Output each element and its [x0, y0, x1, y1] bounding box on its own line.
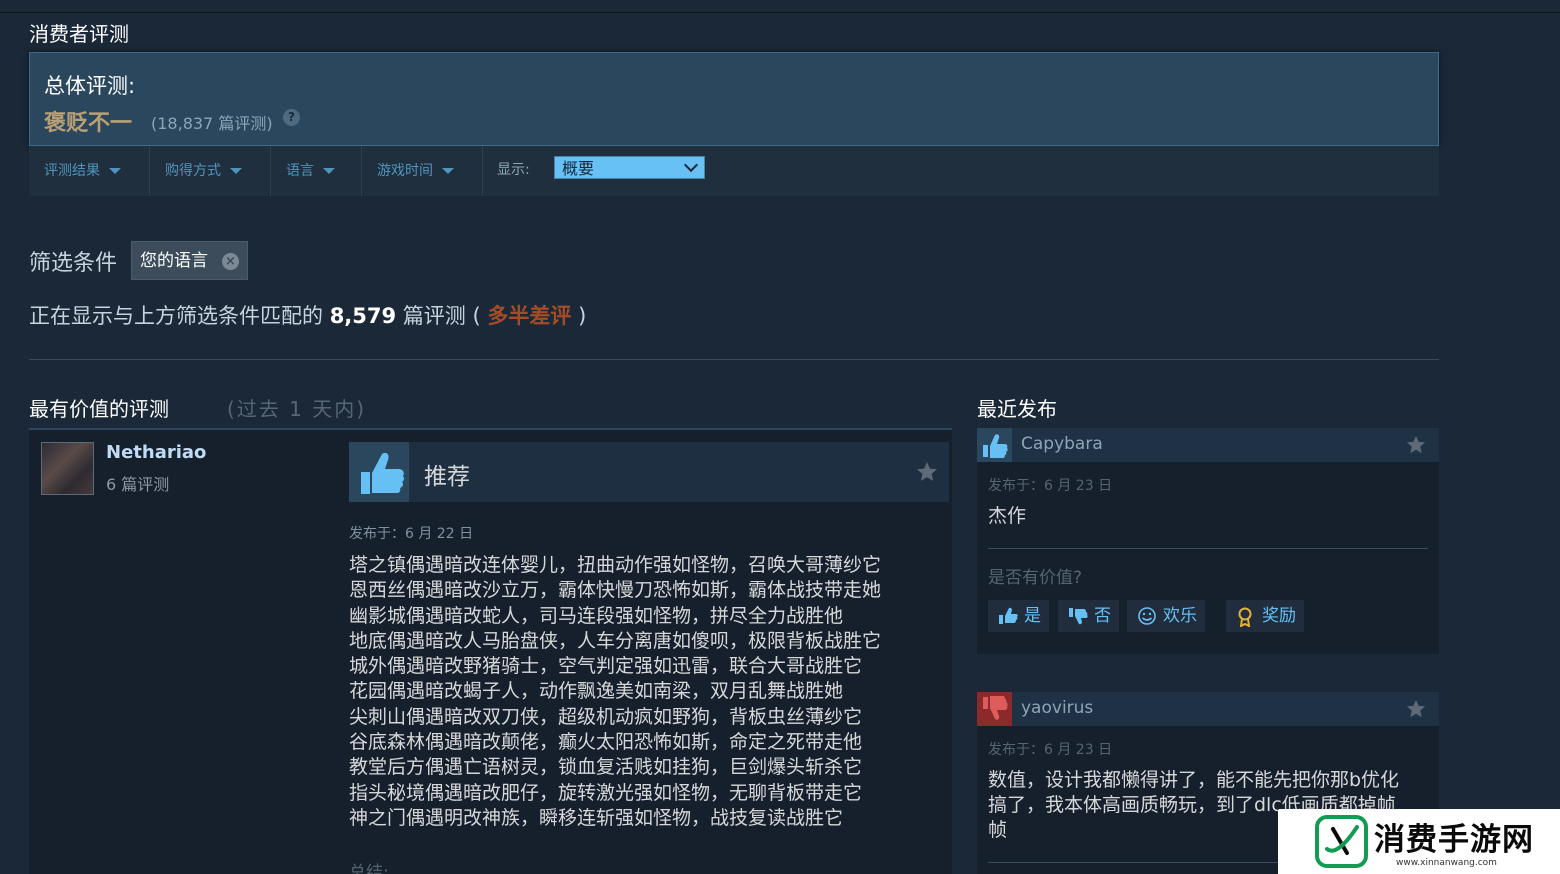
recent-reviewer-name[interactable]: yaovirus: [1021, 698, 1093, 718]
showing-unit: 篇评测 (: [402, 304, 481, 328]
filter-language-label: 语言: [286, 163, 314, 179]
recent-review-header[interactable]: yaovirus: [977, 692, 1439, 726]
chevron-down-icon: [683, 157, 699, 173]
language-filter-chip[interactable]: 您的语言 ×: [131, 241, 248, 280]
showing-summary: 正在显示与上方筛选条件匹配的 8,579 篇评测 ( 多半差评 ): [29, 300, 586, 330]
recent-review-text: 杰作: [988, 505, 1027, 527]
caret-down-icon: [230, 168, 242, 174]
vote-row: 是 否 欢乐 奖励: [988, 600, 1428, 632]
help-icon[interactable]: ?: [283, 109, 300, 126]
vote-funny-label: 欢乐: [1163, 606, 1197, 626]
overall-count: (18,837 篇评测): [151, 114, 273, 133]
recent-review-header[interactable]: Capybara: [977, 428, 1439, 462]
caret-down-icon: [323, 168, 335, 174]
award-star-icon[interactable]: [1405, 434, 1427, 456]
recent-divider: [988, 548, 1428, 549]
filter-review-type[interactable]: 评测结果: [29, 146, 150, 196]
reviewer-name[interactable]: Nethariao: [106, 442, 206, 463]
review-card: Nethariao 6 篇评测 推荐 发布于：6 月 22 日 塔之镇偶遇暗改连…: [29, 428, 952, 874]
vote-no-button[interactable]: 否: [1058, 600, 1119, 632]
recent-reviewer-name[interactable]: Capybara: [1021, 434, 1103, 454]
vote-yes-button[interactable]: 是: [988, 600, 1049, 632]
filter-review-type-label: 评测结果: [44, 163, 100, 179]
showing-filtered-summary: 多半差评: [487, 304, 572, 328]
most-helpful-title: 最有价值的评测: [29, 397, 169, 421]
vote-funny-button[interactable]: 欢乐: [1127, 600, 1205, 632]
award-label: 奖励: [1262, 606, 1296, 626]
vote-no-label: 否: [1094, 606, 1111, 626]
smiley-icon: [1138, 607, 1156, 625]
award-star-icon[interactable]: [915, 460, 939, 484]
filter-purchase-type[interactable]: 购得方式: [150, 146, 271, 196]
review-posted-date: 发布于：6 月 22 日: [349, 526, 474, 542]
award-ribbon-icon: [1238, 607, 1252, 627]
close-icon[interactable]: ×: [222, 253, 239, 270]
showing-prefix: 正在显示与上方筛选条件匹配的: [29, 304, 323, 328]
vote-yes-label: 是: [1024, 606, 1041, 626]
caret-down-icon: [442, 168, 454, 174]
filter-playtime[interactable]: 游戏时间: [362, 146, 483, 196]
language-filter-chip-label: 您的语言: [140, 251, 208, 271]
section-title: 消费者评测: [29, 22, 129, 46]
verdict-bar[interactable]: 推荐: [349, 442, 949, 502]
top-divider: [0, 12, 1560, 13]
watermark-logo-icon: [1315, 815, 1368, 868]
display-select[interactable]: 概要: [554, 156, 705, 179]
helpful-question: 是否有价值?: [988, 568, 1083, 588]
watermark-url: www.xinnanwang.com: [1396, 858, 1497, 868]
section-divider: [29, 359, 1439, 360]
filter-bar: 评测结果 购得方式 语言 游戏时间 显示: 概要: [29, 146, 1439, 196]
showing-count: 8,579: [329, 304, 397, 328]
filter-language[interactable]: 语言: [271, 146, 362, 196]
display-select-value: 概要: [562, 159, 595, 178]
filter-playtime-label: 游戏时间: [377, 163, 433, 179]
reviewer-review-count[interactable]: 6 篇评测: [106, 471, 169, 495]
filter-purchase-type-label: 购得方式: [165, 163, 221, 179]
award-star-icon[interactable]: [1405, 698, 1427, 720]
showing-suffix: ): [578, 304, 587, 328]
recent-title: 最近发布: [977, 397, 1057, 421]
verdict-title: 推荐: [424, 464, 470, 490]
recent-posted-date: 发布于：6 月 23 日: [988, 742, 1113, 758]
overall-reviews-box: 总体评测: 褒贬不一 (18,837 篇评测) ?: [29, 52, 1439, 146]
thumbs-up-icon: [977, 428, 1012, 462]
thumbs-up-icon: [999, 607, 1018, 624]
award-button[interactable]: 奖励: [1226, 600, 1304, 632]
recent-posted-date: 发布于：6 月 23 日: [988, 478, 1113, 494]
thumbs-down-icon: [1069, 608, 1088, 625]
caret-down-icon: [109, 168, 121, 174]
overall-summary[interactable]: 褒贬不一: [44, 105, 132, 137]
overall-label: 总体评测:: [44, 74, 136, 98]
thumbs-up-icon: [349, 442, 409, 502]
watermark-text: 消费手游网: [1374, 822, 1534, 858]
most-helpful-subtitle: (过去 1 天内): [227, 397, 367, 421]
avatar[interactable]: [41, 442, 94, 495]
review-body: 塔之镇偶遇暗改连体婴儿，扭曲动作强如怪物，召唤大哥薄纱它 恩西丝偶遇暗改沙立万，…: [349, 554, 882, 829]
display-label: 显示:: [497, 162, 530, 178]
watermark: 消费手游网 www.xinnanwang.com: [1278, 809, 1560, 874]
thumbs-down-icon: [977, 692, 1012, 726]
filters-label: 筛选条件: [29, 251, 118, 276]
review-summary-label: 总结:: [349, 863, 389, 874]
recent-review-card: Capybara 发布于：6 月 23 日 杰作 是否有价值? 是 否 欢乐 奖…: [977, 428, 1439, 654]
